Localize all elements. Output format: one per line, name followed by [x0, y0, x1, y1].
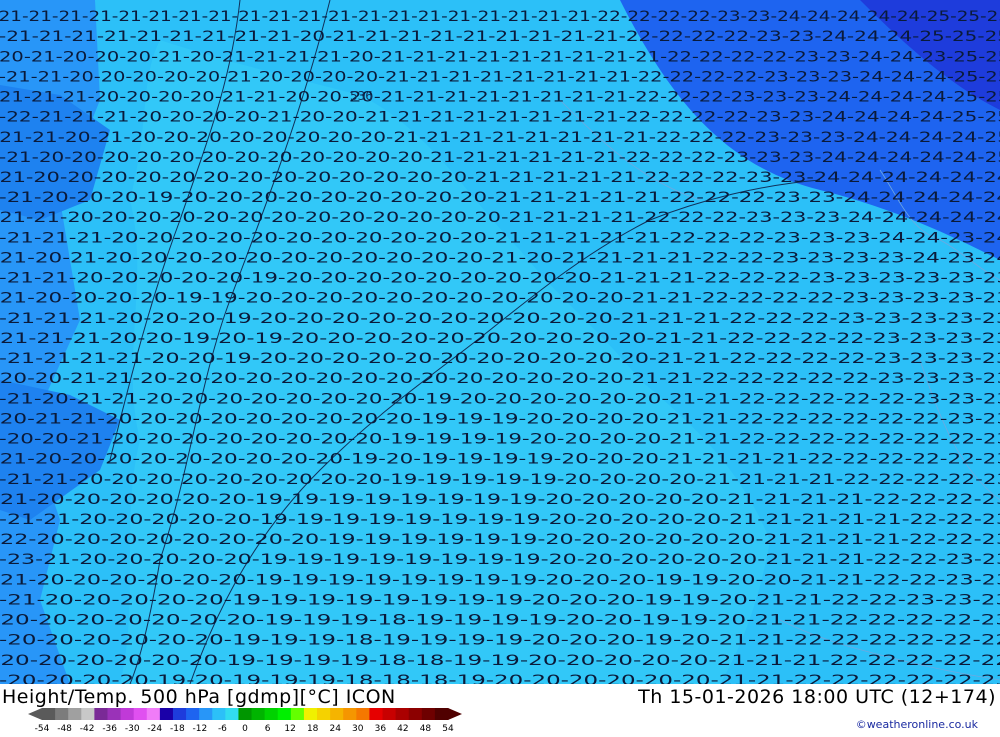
isotherm-label-row: -21-21-20-21-20-20-20-20-20-20-20-20-21-…	[0, 130, 1000, 146]
legend-swatch	[146, 708, 161, 720]
legend-arrow-right	[448, 708, 462, 720]
isotherm-label-row: -21-21-21-20-20-20-20-20-20-20-20-20-20-…	[0, 230, 1000, 246]
isotherm-label-row: -21-21-20-20-20-20-20-19-20-20-20-20-20-…	[0, 271, 1000, 287]
isotherm-label-row: -21-21-21-20-20-19-20-19-20-20-20-20-20-…	[0, 331, 1000, 347]
legend-swatch	[68, 708, 82, 720]
isotherm-label-row: -21-21-21-21-21-21-21-21-21-21-21-21-21-…	[0, 9, 1000, 25]
legend-swatch	[330, 708, 344, 720]
legend-swatch	[356, 708, 370, 720]
legend-swatch	[251, 708, 266, 720]
isotherm-label-row: -21-21-21-20-20-20-19-20-20-20-20-20-20-…	[0, 311, 1000, 327]
isotherm-label-row: -21-21-20-20-20-20-20-20-20-20-20-20-20-…	[0, 210, 1000, 226]
isotherm-label-row: -21-21-20-20-20-20-20-20-20-20-20-19-19-…	[0, 472, 1000, 488]
isotherm-label-row: -21-20-20-20-20-20-20-20-20-20-19-20-19-…	[0, 452, 1000, 468]
legend-tick-label: 30	[352, 724, 364, 733]
isotherm-label-row: -21-20-21-20-20-20-20-20-20-20-20-20-20-…	[0, 250, 1000, 266]
isotherm-label-row: -21-21-20-20-20-20-20-21-20-20-20-20-21-…	[0, 69, 1000, 85]
isotherm-label-row: -21-20-20-20-20-20-20-19-19-19-19-19-19-…	[0, 572, 1000, 588]
legend-swatch	[369, 708, 384, 720]
isotherm-label-row: -23-21-20-20-20-20-20-19-19-19-19-19-19-…	[0, 552, 1000, 568]
legend-tick-label: 54	[442, 724, 454, 733]
isotherm-label-row: -20-20-20-20-20-20-19-19-19-19-18-18-19-…	[0, 653, 1000, 669]
isotherm-label-row: -21-20-20-20-20-19-19-20-20-20-20-20-20-…	[0, 291, 1000, 307]
isotherm-labels: -21-21-21-21-21-21-21-21-21-21-21-21-21-…	[0, 9, 1000, 684]
legend-arrow-left	[28, 708, 42, 720]
legend-swatch	[225, 708, 239, 720]
isotherm-label-row: -20-21-21-20-20-20-20-20-20-20-20-20-19-…	[0, 411, 1000, 427]
legend-ticks: -54 -48 -42 -36 -30 -24 -18 -12 -6 0 6 12 18 24 30 36 42…	[35, 724, 454, 734]
isotherm-label-row: -20-20-21-21-20-20-20-20-20-20-20-20-20-…	[0, 371, 1000, 387]
legend-tick-label: 36	[375, 724, 387, 733]
legend-swatch	[395, 708, 410, 720]
legend-swatch	[172, 708, 187, 720]
isotherm-label-row: -20-20-20-20-20-20-20-19-19-19-18-19-19-…	[0, 613, 1000, 629]
legend-swatch	[81, 708, 95, 720]
isotherm-label-row: -20-21-20-20-20-21-20-21-21-21-21-20-21-…	[0, 49, 1000, 65]
isotherm-label-row: -21-20-20-20-20-20-20-20-20-20-20-20-20-…	[0, 150, 1000, 166]
isotherm-label-row: -21-21-21-21-20-20-19-20-20-20-20-20-20-…	[0, 351, 1000, 367]
legend-swatch	[42, 708, 56, 720]
temperature-map: -21-21-21-21-21-21-21-21-21-21-21-21-21-…	[0, 0, 1000, 684]
legend-swatch	[159, 708, 174, 720]
legend-tick-label: -6	[218, 724, 227, 733]
legend-tick-label: -12	[193, 724, 208, 733]
legend-swatch	[133, 708, 148, 720]
isotherm-label-row: -22-21-21-21-20-20-20-20-21-20-20-21-21-…	[0, 110, 1000, 126]
isotherm-label-row: -20-20-20-20-19-20-19-19-19-18-18-18-19-…	[0, 673, 1000, 684]
legend-swatch	[434, 708, 449, 720]
isotherm-label-row: -21-20-20-20-20-20-20-19-19-19-19-19-19-…	[0, 492, 1000, 508]
legend-swatch	[107, 708, 122, 720]
legend-swatch	[238, 708, 253, 720]
legend-swatch	[120, 708, 135, 720]
legend-swatch	[408, 708, 423, 720]
isotherm-label-row: -21-20-20-20-20-20-19-19-19-19-19-19-19-…	[0, 592, 1000, 608]
isotherm-label-row: -21-21-21-20-20-20-20-21-21-20-20-20-21-…	[0, 90, 1000, 106]
isotherm-label-row: -21-20-21-21-20-20-20-20-20-20-20-20-19-…	[0, 391, 1000, 407]
legend-tick-label: 12	[284, 724, 295, 733]
isotherm-label-row: -22-20-20-20-20-20-20-20-20-19-19-19-19-…	[0, 532, 1000, 548]
legend-swatch	[303, 708, 318, 720]
color-legend: -54 -48 -42 -36 -30 -24 -18 -12 -6 0 6 12 18 24 30 36 42…	[0, 706, 470, 734]
legend-swatch	[186, 708, 200, 720]
isotherm-label-row: -20-20-20-20-20-20-19-19-19-18-19-19-19-…	[0, 633, 1000, 649]
isotherm-label-row: -21-21-21-21-21-21-21-21-21-20-21-21-21-…	[0, 29, 1000, 45]
legend-tick-label: -42	[80, 724, 95, 733]
legend-tick-label: -36	[102, 724, 117, 733]
legend-bar: -54 -48 -42 -36 -30 -24 -18 -12 -6 0 6 12 18 24 30 36 42…	[28, 708, 462, 734]
legend-swatch	[290, 708, 305, 720]
legend-tick-label: -30	[125, 724, 140, 733]
legend-tick-label: 42	[397, 724, 408, 733]
map-canvas: -21-21-21-21-21-21-21-21-21-21-21-21-21-…	[0, 0, 1000, 684]
legend-tick-label: -18	[170, 724, 185, 733]
legend-tick-label: -24	[147, 724, 162, 733]
legend-tick-label: -48	[57, 724, 72, 733]
legend-tick-label: 0	[242, 724, 248, 733]
legend-swatch	[94, 708, 108, 720]
legend-swatch	[382, 708, 397, 720]
isotherm-label-row: -21-20-20-20-19-20-20-20-20-20-20-20-20-…	[0, 190, 1000, 206]
isotherm-label-row: -21-20-20-20-20-20-20-20-20-20-20-20-20-…	[0, 170, 1000, 186]
legend-swatch	[421, 708, 436, 720]
legend-swatch	[277, 708, 292, 720]
credit-link[interactable]: ©weatheronline.co.uk	[856, 718, 978, 731]
legend-tick-label: 6	[265, 724, 271, 733]
isotherm-label-row: -21-21-20-20-20-20-20-19-19-19-19-19-19-…	[0, 512, 1000, 528]
legend-tick-label: 48	[420, 724, 432, 733]
legend-tick-label: 18	[307, 724, 319, 733]
legend-swatch	[317, 708, 331, 720]
legend-swatch	[212, 708, 226, 720]
legend-tick-label: -54	[35, 724, 50, 733]
isotherm-label-row: -20-20-21-20-20-20-20-20-20-20-20-19-19-…	[0, 432, 1000, 448]
legend-swatches	[28, 708, 462, 720]
legend-swatch	[199, 708, 213, 720]
legend-swatch	[264, 708, 279, 720]
forecast-time: Th 15-01-2026 18:00 UTC (12+174)	[638, 686, 996, 708]
legend-tick-label: 24	[329, 724, 341, 733]
legend-swatch	[343, 708, 357, 720]
geopotential-label: 536	[350, 89, 373, 103]
chart-title: Height/Temp. 500 hPa [gdmp][°C] ICON	[2, 686, 396, 708]
legend-swatch	[55, 708, 69, 720]
